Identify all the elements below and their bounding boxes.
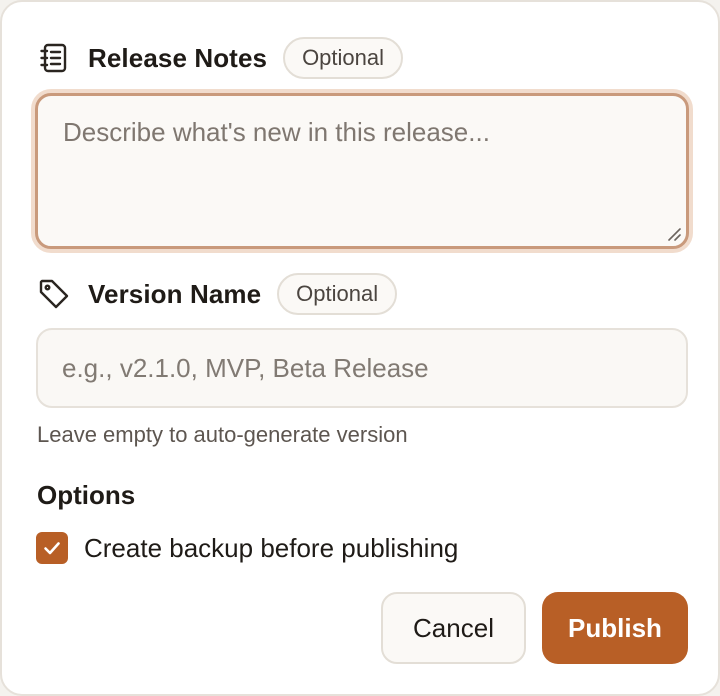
cancel-button[interactable]: Cancel (381, 592, 526, 664)
create-backup-option[interactable]: Create backup before publishing (36, 532, 458, 564)
create-backup-checkbox[interactable] (36, 532, 68, 564)
checkmark-icon (44, 542, 60, 555)
publish-dialog: Release Notes Optional Version Name Opti… (0, 0, 720, 696)
tag-icon (36, 276, 72, 312)
release-notes-title: Release Notes (88, 42, 268, 73)
version-name-input[interactable] (38, 330, 686, 406)
release-notes-field (35, 93, 689, 249)
release-notes-input[interactable] (38, 96, 686, 246)
options-title: Options (37, 480, 136, 510)
version-name-field (36, 328, 688, 408)
release-notes-optional-badge: Optional (283, 37, 404, 79)
version-name-header: Version Name Optional (36, 272, 398, 316)
release-notes-header: Release Notes Optional (36, 36, 404, 80)
version-name-title: Version Name (88, 278, 262, 309)
notebook-icon (36, 40, 72, 76)
create-backup-label: Create backup before publishing (84, 532, 459, 563)
version-name-optional-badge: Optional (277, 273, 398, 315)
resize-handle-icon[interactable] (665, 225, 681, 241)
version-name-helper-text: Leave empty to auto-generate version (37, 422, 408, 447)
publish-button[interactable]: Publish (542, 592, 688, 664)
